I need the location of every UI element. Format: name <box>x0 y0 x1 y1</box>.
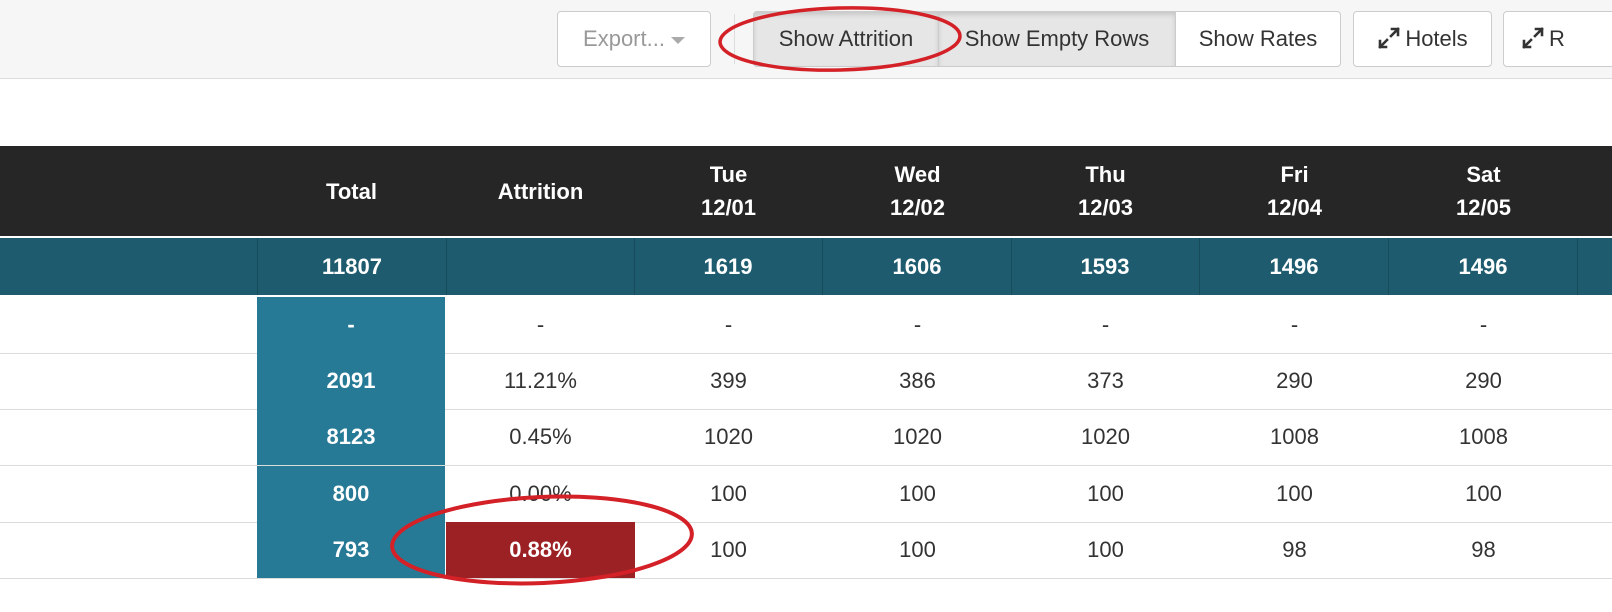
day-of-week: Wed <box>894 162 941 187</box>
table-cell-day: 1020 <box>1081 424 1130 449</box>
totals-cell-total: 11807 <box>257 238 447 295</box>
totals-cell-day: 1496 <box>1200 238 1389 295</box>
totals-cell-day: 1606 <box>823 238 1012 295</box>
totals-cell-day: 1496 <box>1389 238 1578 295</box>
column-header-day: Wed 12/02 <box>823 146 1012 236</box>
table-cell-day: - <box>1101 312 1110 337</box>
show-rates-label: Show Rates <box>1198 26 1318 51</box>
table-cell-day: - <box>1290 312 1299 337</box>
day-date: 12/02 <box>889 195 946 220</box>
show-empty-rows-label: Show Empty Rows <box>964 26 1150 51</box>
table-cell-attrition: 0.00% <box>509 481 572 506</box>
export-label: Export... <box>583 26 665 51</box>
expand-icon <box>1377 26 1401 50</box>
table-cell-total: 800 <box>257 466 445 522</box>
column-header-label: Total <box>326 178 377 204</box>
column-header-day: Tue 12/01 <box>634 146 823 236</box>
page: Export... Show Attrition Show Empty Rows… <box>0 0 1612 612</box>
table-cell-day: 290 <box>1276 368 1313 393</box>
show-attrition-toggle[interactable]: Show Attrition <box>753 11 939 67</box>
table-cell-attrition: 0.45% <box>509 424 572 449</box>
r-label: R <box>1549 26 1565 51</box>
table-cell-day: 100 <box>1087 481 1124 506</box>
table-cell-total: - <box>257 297 445 353</box>
totals-cell-day: 1593 <box>1011 238 1200 295</box>
day-of-week: Sat <box>1466 162 1501 187</box>
table-cell-total: 793 <box>257 522 445 578</box>
table-cell-total: 8123 <box>257 409 445 465</box>
table-cell-day: 98 <box>1471 537 1496 562</box>
column-header-attrition: Attrition <box>446 146 635 236</box>
day-of-week: Tue <box>709 162 748 187</box>
hotels-label: Hotels <box>1405 26 1468 51</box>
day-date: 12/01 <box>700 195 757 220</box>
table-cell-day: 386 <box>899 368 936 393</box>
expand-icon <box>1521 26 1545 50</box>
row-divider <box>0 578 1612 579</box>
table-cell-day: - <box>1479 312 1488 337</box>
day-date: 12/03 <box>1077 195 1134 220</box>
column-header-label: Attrition <box>497 178 584 204</box>
table-cell-attrition: 0.88% <box>446 522 635 578</box>
caret-down-icon <box>670 36 685 44</box>
day-date: 12/05 <box>1455 195 1512 220</box>
hotels-expand-button[interactable]: Hotels <box>1353 11 1492 67</box>
table-cell-day: 100 <box>710 537 747 562</box>
table-cell-day: 100 <box>1087 537 1124 562</box>
show-rates-toggle[interactable]: Show Rates <box>1175 11 1341 67</box>
table-cell-day: 373 <box>1087 368 1124 393</box>
table-cell-day: 399 <box>710 368 747 393</box>
day-of-week: Thu <box>1085 162 1126 187</box>
show-attrition-label: Show Attrition <box>778 26 914 51</box>
table-cell-day: 100 <box>899 537 936 562</box>
r-expand-button[interactable]: R <box>1503 11 1612 67</box>
toolbar: Export... Show Attrition Show Empty Rows… <box>0 0 1612 79</box>
column-header-day: Fri 12/04 <box>1200 146 1389 236</box>
table-cell-day: 98 <box>1282 537 1307 562</box>
table-cell-day: 100 <box>1465 481 1502 506</box>
table-cell-day: 1020 <box>704 424 753 449</box>
day-of-week: Fri <box>1280 162 1309 187</box>
export-dropdown-button[interactable]: Export... <box>557 11 711 67</box>
table-cell-day: 290 <box>1465 368 1502 393</box>
toolbar-divider <box>734 14 735 64</box>
table-cell-day: - <box>724 312 733 337</box>
column-header-day: Sat 12/05 <box>1389 146 1578 236</box>
totals-cell-day: 1619 <box>634 238 823 295</box>
table-cell-attrition: - <box>536 312 545 337</box>
column-header-day: Thu 12/03 <box>1011 146 1200 236</box>
show-empty-rows-toggle[interactable]: Show Empty Rows <box>938 11 1176 67</box>
table-cell-day: 100 <box>710 481 747 506</box>
table-cell-attrition: 11.21% <box>504 368 577 393</box>
table-cell-day: 1008 <box>1270 424 1319 449</box>
table-cell-total: 2091 <box>257 353 445 409</box>
table-cell-day: 1008 <box>1459 424 1508 449</box>
table-cell-day: 100 <box>899 481 936 506</box>
table-cell-day: 1020 <box>893 424 942 449</box>
table-cell-day: - <box>913 312 922 337</box>
day-date: 12/04 <box>1266 195 1323 220</box>
column-header-total: Total <box>257 146 446 236</box>
table-cell-day: 100 <box>1276 481 1313 506</box>
totals-cell-attrition <box>446 238 635 295</box>
